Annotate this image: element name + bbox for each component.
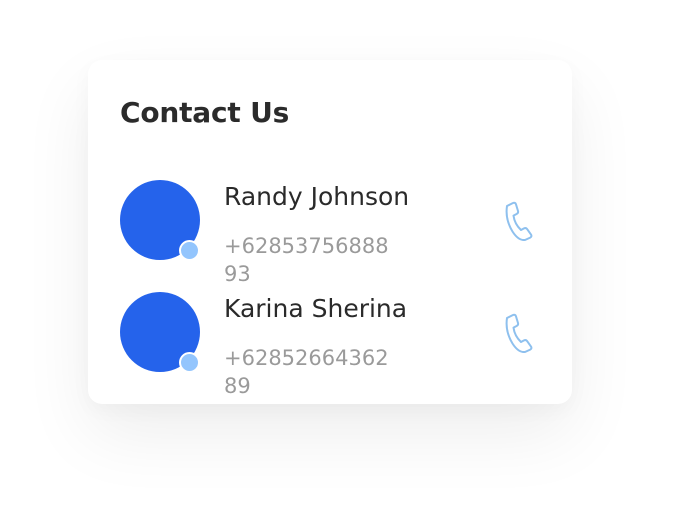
card-title: Contact Us <box>120 96 290 129</box>
phone-icon <box>505 313 533 353</box>
call-button[interactable] <box>498 198 538 242</box>
contact-item: Karina Sherina +6285266436289 <box>120 292 540 398</box>
page: Contact Us Randy Johnson +6285375688893 … <box>0 0 700 516</box>
contact-item: Randy Johnson +6285375688893 <box>120 180 540 286</box>
contact-name: Karina Sherina <box>224 294 408 323</box>
contact-card: Contact Us Randy Johnson +6285375688893 … <box>88 60 572 404</box>
contact-name: Randy Johnson <box>224 182 410 211</box>
contact-phone: +6285375688893 <box>224 234 389 286</box>
phone-icon <box>505 201 533 241</box>
status-indicator <box>179 352 200 373</box>
contact-phone: +6285266436289 <box>224 346 389 398</box>
status-indicator <box>179 240 200 261</box>
call-button[interactable] <box>498 310 538 354</box>
